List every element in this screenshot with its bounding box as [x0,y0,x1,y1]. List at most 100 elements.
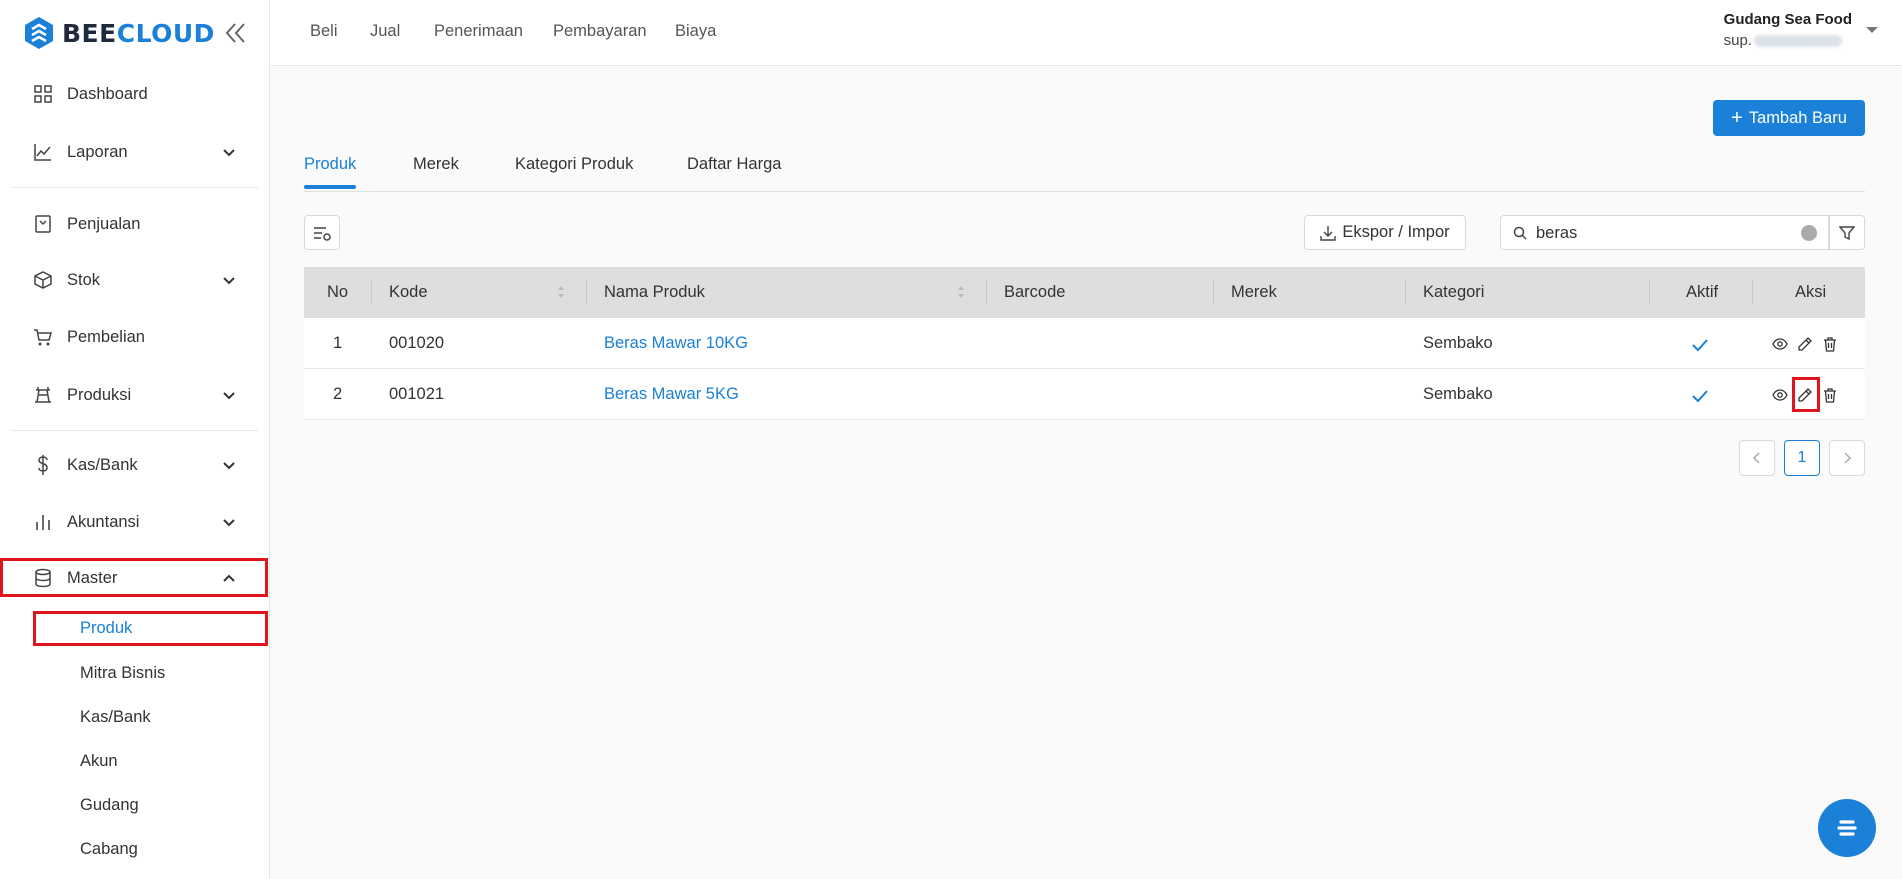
column-separator [1405,280,1406,304]
add-new-button[interactable]: + Tambah Baru [1713,100,1865,136]
delete-icon[interactable] [1822,387,1838,403]
sidebar-item-akuntansi[interactable]: Akuntansi [0,500,270,544]
sidebar-item-label: Laporan [67,142,128,161]
tab-merek[interactable]: Merek [413,155,459,174]
product-table: No Kode Nama Produk Barcode Merek Katego… [304,267,1865,420]
collapse-sidebar-icon[interactable] [222,20,248,46]
column-separator [1649,280,1650,304]
bee-logo-icon [25,17,53,49]
view-icon[interactable] [1772,387,1788,403]
search-input[interactable] [1536,222,1786,244]
plus-icon: + [1731,106,1743,129]
export-import-button[interactable]: Ekspor / Impor [1304,215,1466,250]
active-check-icon [1692,339,1708,352]
view-icon[interactable] [1772,336,1788,352]
box-icon [34,271,52,289]
tab-kategori-produk[interactable]: Kategori Produk [515,155,633,174]
account-menu[interactable]: Gudang Sea Food sup. [1724,11,1852,49]
sidebar-item-label: Akuntansi [67,512,140,531]
edit-icon[interactable] [1797,336,1813,352]
chevron-right-icon [1844,452,1852,464]
column-header-barcode: Barcode [1004,283,1066,301]
table-row: 1 001020 Beras Mawar 10KG Sembako [304,318,1865,369]
sidebar-sub-akun[interactable]: Akun [80,752,118,771]
product-name-link[interactable]: Beras Mawar 5KG [604,385,739,404]
sidebar-item-stok[interactable]: Stok [0,258,270,302]
highlight-produk [33,611,268,646]
cell-kategori: Sembako [1423,385,1493,403]
column-header-merek: Merek [1231,283,1277,301]
tab-produk[interactable]: Produk [304,155,356,174]
top-link-beli[interactable]: Beli [310,22,338,41]
filter-icon [1839,225,1855,240]
account-caret-icon[interactable] [1866,27,1878,33]
topbar: Beli Jual Penerimaan Pembayaran Biaya Gu… [271,0,1902,66]
sidebar: BEECLOUD Dashboard Laporan Penjualan Sto… [0,0,270,879]
cell-no: 1 [333,334,343,352]
sidebar-item-label: Kas/Bank [67,455,138,474]
chevron-down-icon [223,277,235,285]
download-icon [1320,225,1337,241]
sidebar-sub-cabang[interactable]: Cabang [80,840,138,859]
sidebar-sub-gudang[interactable]: Gudang [80,796,139,815]
sidebar-item-produksi[interactable]: Produksi [0,373,270,417]
clear-search-icon[interactable] [1801,225,1817,241]
column-header-kode[interactable]: Kode [389,283,428,302]
search-icon [1513,226,1527,240]
next-page-button[interactable] [1829,440,1865,476]
chat-icon [1837,820,1857,836]
active-check-icon [1692,390,1708,403]
sidebar-sub-kasbank[interactable]: Kas/Bank [80,708,151,727]
column-settings-icon [314,226,331,241]
sort-icon[interactable] [557,285,565,299]
dollar-icon [38,455,48,475]
filter-button[interactable] [1829,215,1865,250]
redacted-email [1754,34,1843,47]
chart-line-icon [34,144,51,161]
table-row: 2 001021 Beras Mawar 5KG Sembako [304,369,1865,420]
tabs: Produk Merek Kategori Produk Daftar Harg… [304,152,1865,192]
cell-kode: 001020 [389,334,445,352]
sidebar-item-dashboard[interactable]: Dashboard [0,72,270,116]
column-settings-button[interactable] [304,215,340,250]
sidebar-item-penjualan[interactable]: Penjualan [0,202,270,246]
sort-icon[interactable] [957,285,965,299]
column-separator [586,280,587,304]
brand-logo[interactable]: BEECLOUD [22,16,215,50]
receipt-icon [35,215,51,233]
page-button[interactable]: 1 [1784,440,1820,476]
column-header-nama-produk[interactable]: Nama Produk [604,283,705,302]
delete-icon[interactable] [1822,336,1838,352]
account-email: sup. [1724,32,1852,49]
sidebar-item-pembelian[interactable]: Pembelian [0,315,270,359]
active-tab-indicator [304,185,356,189]
top-link-penerimaan[interactable]: Penerimaan [434,22,523,41]
cart-icon [34,329,52,346]
divider [11,187,258,188]
sidebar-item-laporan[interactable]: Laporan [0,130,270,174]
top-link-pembayaran[interactable]: Pembayaran [553,22,647,41]
product-name-link[interactable]: Beras Mawar 10KG [604,334,748,353]
top-link-biaya[interactable]: Biaya [675,22,716,41]
factory-icon [35,387,51,403]
table-header: No Kode Nama Produk Barcode Merek Katego… [304,267,1865,318]
column-header-no: No [327,283,349,301]
sidebar-item-label: Stok [67,270,101,289]
chevron-down-icon [223,519,235,527]
sidebar-sub-mitra-bisnis[interactable]: Mitra Bisnis [80,664,165,683]
sidebar-item-kasbank[interactable]: Kas/Bank [0,443,270,487]
sidebar-item-label: Dashboard [67,84,148,103]
cell-kategori: Sembako [1423,334,1493,352]
prev-page-button[interactable] [1739,440,1775,476]
cell-kode: 001021 [389,385,445,403]
chat-support-button[interactable] [1818,799,1876,857]
top-link-jual[interactable]: Jual [370,22,400,41]
grid-icon [34,85,52,103]
highlight-edit [1792,377,1820,412]
column-separator [371,280,372,304]
column-separator [1752,280,1753,304]
chevron-left-icon [1752,452,1760,464]
column-separator [986,280,987,304]
tab-daftar-harga[interactable]: Daftar Harga [687,155,781,174]
chevron-down-icon [223,392,235,400]
